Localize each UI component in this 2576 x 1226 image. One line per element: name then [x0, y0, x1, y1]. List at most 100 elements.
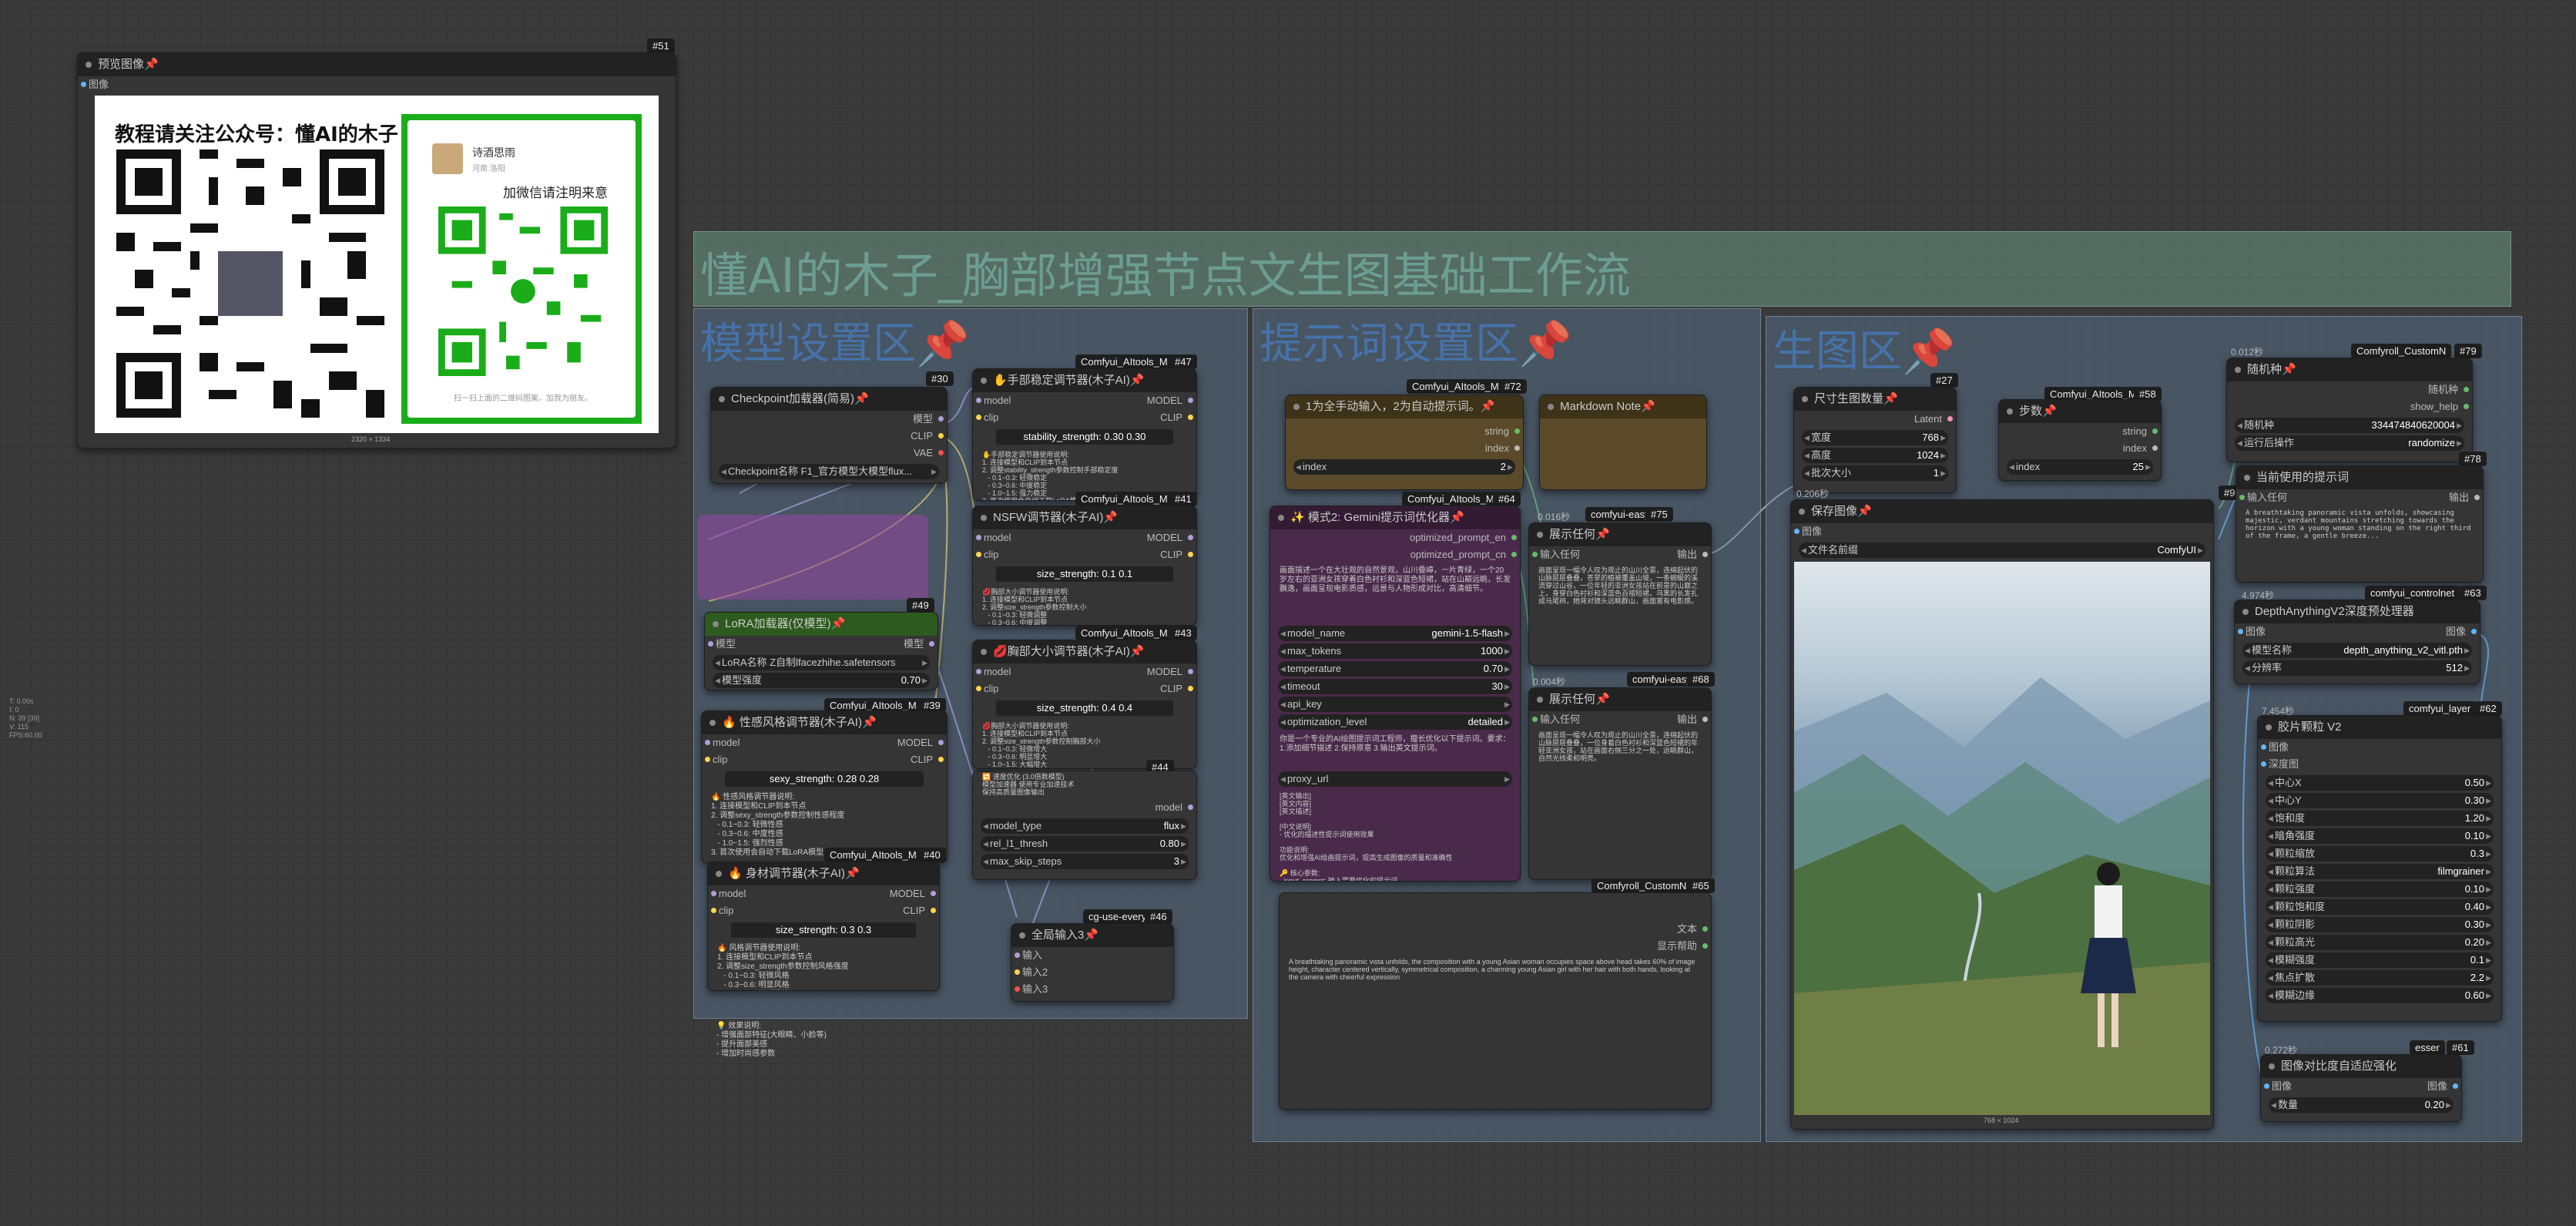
text-output-slot[interactable]: 文本 [1280, 921, 1711, 938]
io-slot[interactable]: 输入任何 输出 [2236, 489, 2483, 506]
grain-center-y[interactable]: 中心Y 0.30 [2266, 793, 2494, 808]
lora-strength-number[interactable]: 模型强度 0.70 [713, 673, 930, 688]
size-strength-slider[interactable]: size_strength: 0.3 0.3 [731, 922, 916, 938]
model-output-slot[interactable]: model [973, 799, 1196, 816]
breast-strength-slider[interactable]: size_strength: 0.4 0.4 [996, 700, 1173, 716]
io-slot[interactable]: 输入任何 输出 [1529, 711, 1711, 728]
optimization-level-combo[interactable]: optimization_level detailed [1278, 714, 1512, 730]
index-number[interactable]: index 25 [2007, 459, 2153, 475]
image-io-slot[interactable]: 图像 图像 [2261, 1078, 2461, 1095]
image-io-slot[interactable]: 图像 图像 [2235, 623, 2480, 640]
index-number[interactable]: index 2 [1293, 459, 1515, 475]
hand-stabilizer-node[interactable]: ✋手部稳定调节器(木子AI)📌 model MODEL clip CLIP stab… [972, 368, 1197, 501]
breast-size-node[interactable]: 💋胸部大小调节器(木子AI)📌 model MODEL clip CLIP size… [972, 640, 1197, 769]
show-any-node-1[interactable]: 展示任何📌 输入任何 输出 画面呈现一幅令人叹为观止的山川全景，连绵起伏的山脉层层… [1528, 522, 1712, 666]
node-title[interactable]: 展示任何📌 [1529, 688, 1711, 711]
api-key-field[interactable]: api_key [1278, 697, 1512, 712]
depth-input-slot[interactable]: 深度图 [2258, 756, 2501, 773]
image-input-slot[interactable]: 图像 [2258, 739, 2501, 756]
bypassed-node[interactable] [697, 515, 928, 600]
clip-slot[interactable]: clip CLIP [973, 680, 1196, 697]
node-title[interactable]: 步数📌 [1999, 400, 2161, 423]
sexy-strength-slider[interactable]: sexy_strength: 0.28 0.28 [725, 771, 924, 787]
text-content[interactable]: A breathtaking panoramic vista unfolds, … [1280, 955, 1711, 984]
width-number[interactable]: 宽度 768 [1802, 430, 1948, 445]
markdown-note-node[interactable]: Markdown Note📌 [1539, 395, 1707, 490]
stability-strength-slider[interactable]: stability_strength: 0.30 0.30 [996, 429, 1173, 445]
grain-method[interactable]: 颗粒算法 filmgrainer [2266, 864, 2494, 879]
custom-instruction-text[interactable]: 你是一个专业的AI绘图提示词工程师，擅长优化以下提示词。要求：1.添加细节描述 … [1270, 732, 1520, 769]
lora-name-combo[interactable]: LoRA名称 Z自制lfacezhihe.safetensors [713, 655, 930, 670]
checkpoint-loader-node[interactable]: Checkpoint加载器(简易)📌 模型 CLIP VAE Checkpoin… [710, 387, 948, 484]
node-title[interactable]: NSFW调节器(木子AI)📌 [973, 506, 1196, 529]
show-any-node-2[interactable]: 展示任何📌 输入任何 输出 画面呈现一幅令人叹为观止的山川全景，连绵起伏的山脉层层… [1528, 687, 1712, 880]
model-name-combo[interactable]: model_name gemini-1.5-flash [1278, 626, 1512, 641]
depth-model-combo[interactable]: 模型名称 depth_anything_v2_vitl.pth [2242, 643, 2472, 658]
manual-switch-node[interactable]: 1为全手动输入，2为自动提示词。📌 string index index 2 [1285, 395, 1524, 490]
io-slot[interactable]: 输入任何 输出 [1529, 546, 1711, 563]
clip-slot[interactable]: clip CLIP [973, 409, 1196, 426]
grain-sat[interactable]: 颗粒饱和度 0.40 [2266, 899, 2494, 915]
batch-number[interactable]: 批次大小 1 [1802, 465, 1948, 481]
seed-node[interactable]: 随机种📌 随机种 show_help 随机种 334474840620004 运行… [2226, 358, 2473, 462]
node-title[interactable]: 展示任何📌 [1529, 523, 1711, 546]
node-title[interactable]: Markdown Note📌 [1540, 395, 1706, 418]
node-title[interactable]: ✋手部稳定调节器(木子AI)📌 [973, 369, 1196, 392]
node-title[interactable]: ✨ 模式2: Gemini提示词优化器📌 [1270, 506, 1520, 529]
filename-prefix-field[interactable]: 文件名前缀 ComfyUI [1799, 542, 2205, 558]
ckpt-name-combo[interactable]: Checkpoint名称 F1_官方模型大模型flux... [719, 464, 939, 479]
preview-image-node[interactable]: 预览图像📌 图像 教程请关注公众号：懂AI的木子 诗酒思雨 河南 洛阳 加微信请… [77, 52, 676, 448]
workflow-title-group[interactable]: 懂AI的木子_胸部增强节点文生图基础工作流 [693, 231, 2511, 307]
clip-slot[interactable]: clip CLIP [702, 751, 947, 768]
model-type-combo[interactable]: model_type flux [981, 818, 1189, 834]
text-node[interactable]: 文本 显示帮助 A breathtaking panoramic vista u… [1279, 892, 1712, 1110]
node-title[interactable]: 1为全手动输入，2为自动提示词。📌 [1286, 395, 1523, 418]
grain-center-x[interactable]: 中心X 0.50 [2266, 775, 2494, 791]
string-output-slot[interactable]: string [1286, 423, 1523, 440]
lora-loader-node[interactable]: LoRA加载器(仅模型)📌 模型 模型 LoRA名称 Z自制lfacezhihe.… [704, 612, 938, 690]
string-output-slot[interactable]: string [1999, 423, 2161, 440]
help-output-slot[interactable]: show_help [2227, 398, 2472, 415]
grain-focus-spread[interactable]: 焦点扩散 2.2 [2266, 970, 2494, 986]
node-title[interactable]: 图像对比度自适应强化 [2261, 1055, 2461, 1078]
output-slot-vae[interactable]: VAE [711, 445, 947, 462]
sexy-style-node[interactable]: 🔥 性感风格调节器(木子AI)📌 model MODEL clip CLIP sex… [701, 710, 948, 863]
grain-saturation[interactable]: 饱和度 1.20 [2266, 811, 2494, 826]
index-output-slot[interactable]: index [1999, 440, 2161, 457]
node-title[interactable]: LoRA加载器(仅模型)📌 [705, 613, 937, 636]
rel-thresh-number[interactable]: rel_l1_thresh 0.80 [981, 836, 1189, 851]
input-slot-2[interactable]: 输入2 [1011, 964, 1173, 981]
model-slot[interactable]: model MODEL [973, 392, 1196, 409]
film-grain-node[interactable]: 胶片颗粒 V2 图像 深度图 中心X 0.50 中心Y 0.30 饱和度 1.20 暗… [2257, 715, 2502, 1022]
depth-anything-node[interactable]: DepthAnythingV2深度预处理器 图像 图像 模型名称 depth_any… [2234, 600, 2480, 684]
nsfw-adjuster-node[interactable]: NSFW调节器(木子AI)📌 model MODEL clip CLIP size_… [972, 506, 1197, 626]
model-slot[interactable]: model MODEL [702, 734, 947, 751]
prompt-en-output[interactable]: optimized_prompt_en [1270, 529, 1520, 546]
current-prompt-node[interactable]: 当前使用的提示词 输入任何 输出 A breathtaking panoramic… [2236, 465, 2484, 583]
seed-number[interactable]: 随机种 334474840620004 [2235, 418, 2464, 433]
node-title[interactable]: 💋胸部大小调节器(木子AI)📌 [973, 640, 1196, 663]
max-skip-number[interactable]: max_skip_steps 3 [981, 854, 1189, 869]
seed-output-slot[interactable]: 随机种 [2227, 381, 2472, 398]
proxy-url-field[interactable]: proxy_url [1278, 771, 1512, 787]
input-slot-3[interactable]: 输入3 [1011, 981, 1173, 998]
node-title[interactable]: 预览图像📌 [78, 53, 676, 76]
gemini-optimizer-node[interactable]: ✨ 模式2: Gemini提示词优化器📌 optimized_prompt_en… [1270, 506, 1521, 882]
index-output-slot[interactable]: index [1286, 440, 1523, 457]
output-slot-model[interactable]: 模型 [711, 411, 947, 428]
model-slot[interactable]: model MODEL [708, 885, 939, 902]
anything-everywhere-node[interactable]: 全局输入3📌 输入 输入2 输入3 [1011, 923, 1174, 1002]
grain-blur[interactable]: 模糊强度 0.1 [2266, 952, 2494, 968]
grain-blur-edge[interactable]: 模糊边缘 0.60 [2266, 988, 2494, 1003]
node-title[interactable]: 随机种📌 [2227, 358, 2472, 381]
node-title[interactable]: DepthAnythingV2深度预处理器 [2235, 600, 2480, 623]
clip-slot[interactable]: clip CLIP [973, 546, 1196, 563]
node-title[interactable]: 尺寸生图数量📌 [1794, 388, 1956, 411]
save-image-node[interactable]: 保存图像📌 图像 文件名前缀 ComfyUI 768 × 1024 [1790, 499, 2214, 1130]
grain-shadows[interactable]: 颗粒阴影 0.30 [2266, 917, 2494, 932]
auto-contrast-node[interactable]: 图像对比度自适应强化 图像 图像 数量 0.20 [2260, 1054, 2462, 1122]
model-slot[interactable]: model MODEL [973, 529, 1196, 546]
grain-vignette[interactable]: 暗角强度 0.10 [2266, 828, 2494, 844]
input-prompt-text[interactable]: 画面描述一个在大壮观的自然景观，山川叠嶂，一片青绿，一个20岁左右的亚洲女孩穿着… [1270, 563, 1520, 623]
node-title[interactable]: 🔥 性感风格调节器(木子AI)📌 [702, 711, 947, 734]
